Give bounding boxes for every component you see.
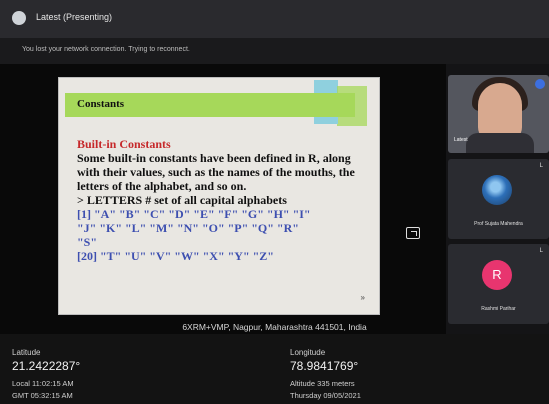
slide-output-line: "J" "K" "L" "M" "N" "O" "P" "Q" "R": [77, 221, 299, 235]
slide-heading: Built-in Constants: [77, 137, 171, 151]
window-title: Latest (Presenting): [36, 12, 113, 22]
slide-decoration: [314, 80, 338, 94]
participant-shirt: [466, 133, 534, 153]
longitude-value: 78.9841769°: [290, 359, 359, 373]
slide-command: > LETTERS # set of all capital alphabets: [77, 193, 287, 207]
participant-name: Latest: [454, 137, 468, 143]
slide-output-line: [1] "A" "B" "C" "D" "E" "F" "G" "H" "I": [77, 207, 311, 221]
slide-output-line: "S": [77, 235, 97, 249]
connection-warning-text: You lost your network connection. Trying…: [22, 46, 190, 53]
gps-location: 6XRM+VMP, Nagpur, Maharashtra 441501, In…: [182, 322, 367, 332]
latitude-label: Latitude: [12, 348, 41, 357]
slide-paragraph: Some built-in constants have been define…: [77, 151, 355, 193]
participant-name: Prof Sujata Mahendra: [474, 221, 523, 227]
gmt-time: GMT 05:32:15 AM: [12, 391, 73, 400]
participant-status: L: [539, 163, 543, 169]
participant-name: Rashmi Parihar: [481, 306, 516, 312]
longitude-label: Longitude: [290, 348, 326, 357]
title-bar: Latest (Presenting): [0, 0, 549, 38]
altitude: Altitude 335 meters: [290, 379, 355, 388]
latitude-value: 21.2422287°: [12, 359, 81, 373]
gps-overlay: [0, 334, 549, 404]
app-icon: [12, 11, 26, 25]
slide-marker: »: [360, 293, 365, 302]
slide-output-line: [20] "T" "U" "V" "W" "X" "Y" "Z": [77, 249, 274, 263]
participant-avatar: [482, 175, 512, 205]
shared-slide: Constants Built-in Constants Some built-…: [58, 77, 380, 315]
more-options-icon[interactable]: [535, 79, 545, 89]
participant-tile-video[interactable]: Latest: [448, 75, 549, 153]
screen-share-icon[interactable]: [406, 227, 420, 239]
participant-avatar: R: [482, 260, 512, 290]
slide-title: Constants: [77, 98, 125, 110]
participant-status: L: [539, 248, 543, 254]
connection-banner: You lost your network connection. Trying…: [0, 38, 549, 64]
local-time: Local 11:02:15 AM: [12, 379, 74, 388]
participant-tile[interactable]: L R Rashmi Parihar: [448, 244, 549, 324]
slide-body: Built-in Constants Some built-in constan…: [77, 137, 372, 263]
date: Thursday 09/05/2021: [290, 391, 361, 400]
participant-tile[interactable]: L Prof Sujata Mahendra: [448, 159, 549, 239]
